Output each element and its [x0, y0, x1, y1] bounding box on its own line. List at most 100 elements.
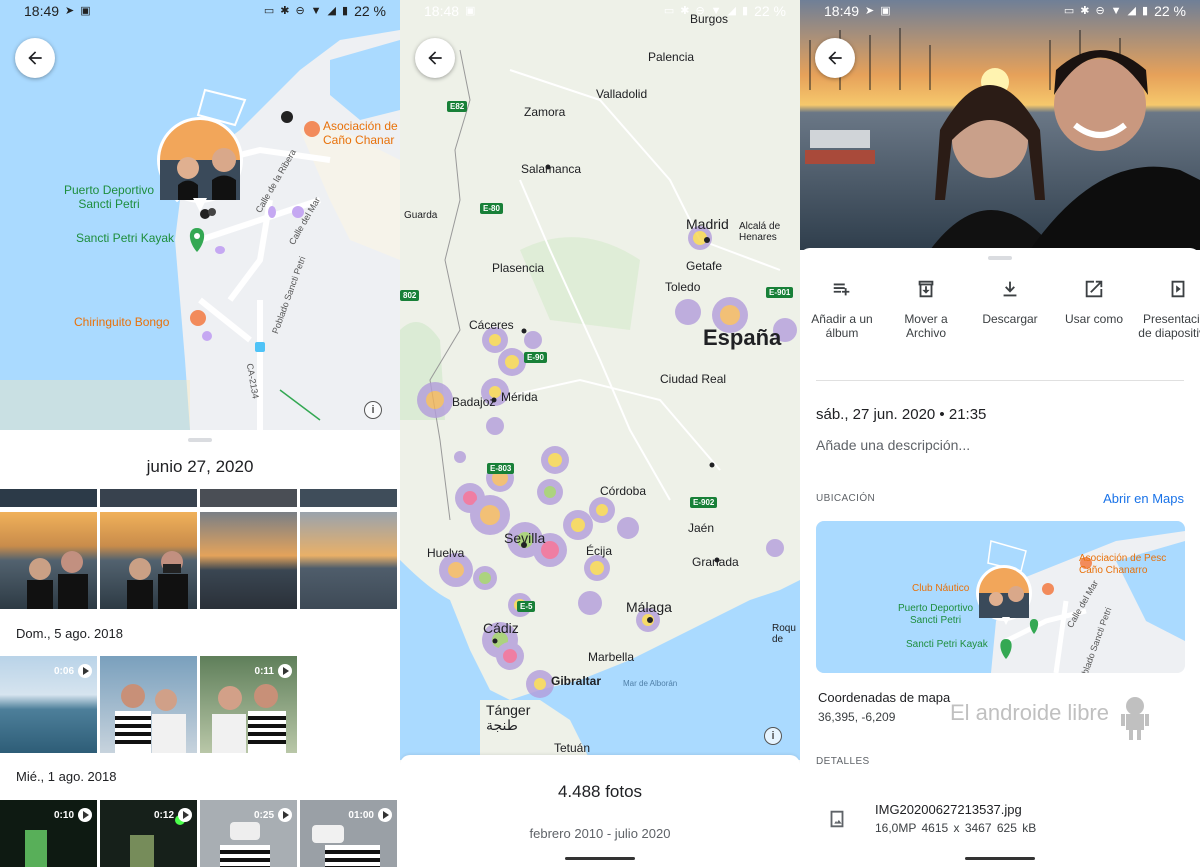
signal-icon: ◢	[327, 4, 337, 17]
map-label-chiringuito[interactable]: Chiringuito Bongo	[74, 315, 169, 330]
video-thumbnail[interactable]: 0:12	[100, 800, 197, 867]
photo-datetime[interactable]: sáb., 27 jun. 2020 • 21:35	[816, 406, 986, 423]
open-in-maps-link[interactable]: Abrir en Maps	[1103, 491, 1184, 506]
description-input[interactable]: Añade una descripción...	[816, 437, 970, 453]
minimap-graphic	[816, 521, 1185, 673]
city-label: Ciudad Real	[660, 372, 727, 386]
video-thumbnail[interactable]: 01:00	[300, 800, 397, 867]
divider	[816, 380, 1184, 381]
drag-handle[interactable]	[188, 438, 212, 442]
photo-info-panel: 18:49 ➤ ▣ ▭ ✱ ⊖ ▼ ◢ ▮ 22 % Añadir a un álbum Mov…	[800, 0, 1200, 867]
thumbnail-row: 0:06 0:11	[0, 656, 297, 753]
photo-thumbnail[interactable]	[0, 512, 97, 609]
photo-thumbnail[interactable]	[100, 489, 197, 507]
nfc-icon: ▭	[1063, 4, 1075, 17]
city-label: Guarda	[404, 210, 438, 221]
city-label: Salamanca	[521, 162, 582, 176]
location-minimap[interactable]: Asociación de Pesc Caño Chanarro Club Ná…	[816, 521, 1185, 673]
add-to-album-icon	[833, 283, 850, 296]
archive-icon	[918, 280, 934, 298]
back-button[interactable]	[415, 38, 455, 78]
photo-thumbnail[interactable]	[300, 512, 397, 609]
bluetooth-icon: ✱	[1080, 4, 1090, 17]
wifi-icon: ▼	[1110, 4, 1122, 17]
city-label: Sevilla	[504, 530, 546, 546]
city-label: Plasencia	[492, 261, 545, 275]
city-label: Málaga	[626, 599, 672, 615]
signal-icon: ◢	[727, 4, 737, 17]
heatmap-map[interactable]: Burgos Palencia Valladolid Zamora Salama…	[400, 0, 800, 760]
archive-button[interactable]: Mover a Archivo	[884, 278, 968, 341]
gallery-icon: ▣	[80, 4, 91, 17]
back-button[interactable]	[815, 38, 855, 78]
dnd-icon: ⊖	[695, 4, 705, 17]
heatmap-summary-sheet[interactable]: 4.488 fotos febrero 2010 - julio 2020	[400, 755, 800, 867]
map-info-icon[interactable]: i	[764, 727, 782, 745]
couple-masks-photo	[127, 551, 188, 609]
map-label-puerto[interactable]: Puerto Deportivo Sancti Petri	[64, 183, 154, 212]
coordinates-title: Coordenadas de mapa	[818, 690, 951, 705]
photo-thumbnail[interactable]	[300, 489, 397, 507]
map-label-kayak[interactable]: Sancti Petri Kayak	[76, 231, 174, 246]
arrow-back-icon	[828, 51, 842, 65]
photo-details-sheet: Añadir a un álbum Mover a Archivo Descar…	[800, 248, 1200, 867]
wifi-icon: ▼	[710, 4, 722, 17]
telegram-icon: ➤	[865, 4, 875, 17]
map-label-puerto: Puerto Deportivo Sancti Petri	[898, 603, 974, 626]
telegram-icon: ➤	[65, 4, 75, 17]
video-thumbnail[interactable]: 0:25	[200, 800, 297, 867]
video-duration: 0:25	[254, 808, 292, 822]
battery-percent: 22 %	[1154, 3, 1186, 19]
map-label-asociacion[interactable]: Asociación de Caño Chanar	[323, 119, 398, 148]
map-info-icon[interactable]: i	[364, 401, 382, 419]
city-label: Córdoba	[600, 484, 647, 498]
video-duration: 0:12	[154, 808, 192, 822]
status-bar: 18:49 ➤ ▣ ▭ ✱ ⊖ ▼ ◢ ▮ 22 %	[0, 0, 400, 22]
bluetooth-icon: ✱	[280, 4, 290, 17]
use-as-button[interactable]: Usar como	[1052, 278, 1136, 341]
photo-thumbnail[interactable]	[200, 512, 297, 609]
video-thumbnail[interactable]: 0:06	[0, 656, 97, 753]
highway-shield: 802	[400, 290, 420, 301]
photo-thumbnail[interactable]	[100, 656, 197, 753]
battery-icon: ▮	[1142, 4, 1149, 17]
video-thumbnail[interactable]: 0:11	[200, 656, 297, 753]
clock: 18:49	[824, 3, 860, 19]
status-bar: 18:49 ➤ ▣ ▭ ✱ ⊖ ▼ ◢ ▮ 22 %	[800, 0, 1200, 22]
image-file-icon	[830, 810, 844, 828]
city-label: Tetuán	[554, 741, 591, 755]
country-label: España	[703, 325, 782, 350]
video-thumbnail[interactable]: 0:10	[0, 800, 97, 867]
city-label: Madrid	[686, 216, 729, 232]
action-label: Añadir a un álbum	[811, 312, 873, 341]
slideshow-button[interactable]: Presentación de diapositivas	[1136, 278, 1200, 341]
photo-thumbnail[interactable]	[200, 489, 297, 507]
arrow-back-icon	[28, 51, 42, 65]
sea-label: Mar de Alborán	[623, 679, 678, 688]
map-graphic	[0, 0, 400, 430]
gesture-bar	[565, 857, 635, 860]
photo-preview[interactable]	[800, 0, 1200, 250]
gallery-icon: ▣	[880, 4, 891, 17]
city-label: Getafe	[686, 259, 723, 273]
photo-map-panel: Puerto Deportivo Sancti Petri Sancti Pet…	[0, 0, 400, 867]
gallery-icon: ▣	[465, 4, 476, 17]
section-date: Mié., 1 ago. 2018	[16, 769, 117, 784]
drag-handle[interactable]	[988, 256, 1012, 260]
highway-shield: E82	[447, 101, 468, 112]
add-to-album-button[interactable]: Añadir a un álbum	[800, 278, 884, 341]
thumbnail-row	[0, 489, 397, 507]
dnd-icon: ⊖	[1095, 4, 1105, 17]
coordinates-value: 36,395, -6,209	[818, 710, 896, 724]
signal-icon: ◢	[1127, 4, 1137, 17]
photo-thumbnail[interactable]	[100, 512, 197, 609]
download-button[interactable]: Descargar	[968, 278, 1052, 341]
open-external-icon	[1085, 280, 1103, 298]
photo-thumbnail[interactable]	[0, 489, 97, 507]
location-map[interactable]: Puerto Deportivo Sancti Petri Sancti Pet…	[0, 0, 400, 430]
back-button[interactable]	[15, 38, 55, 78]
battery-percent: 22 %	[754, 3, 786, 19]
battery-percent: 22 %	[354, 3, 386, 19]
details-header: DETALLES	[816, 756, 870, 767]
sunset-selfie-photo	[800, 0, 1200, 250]
